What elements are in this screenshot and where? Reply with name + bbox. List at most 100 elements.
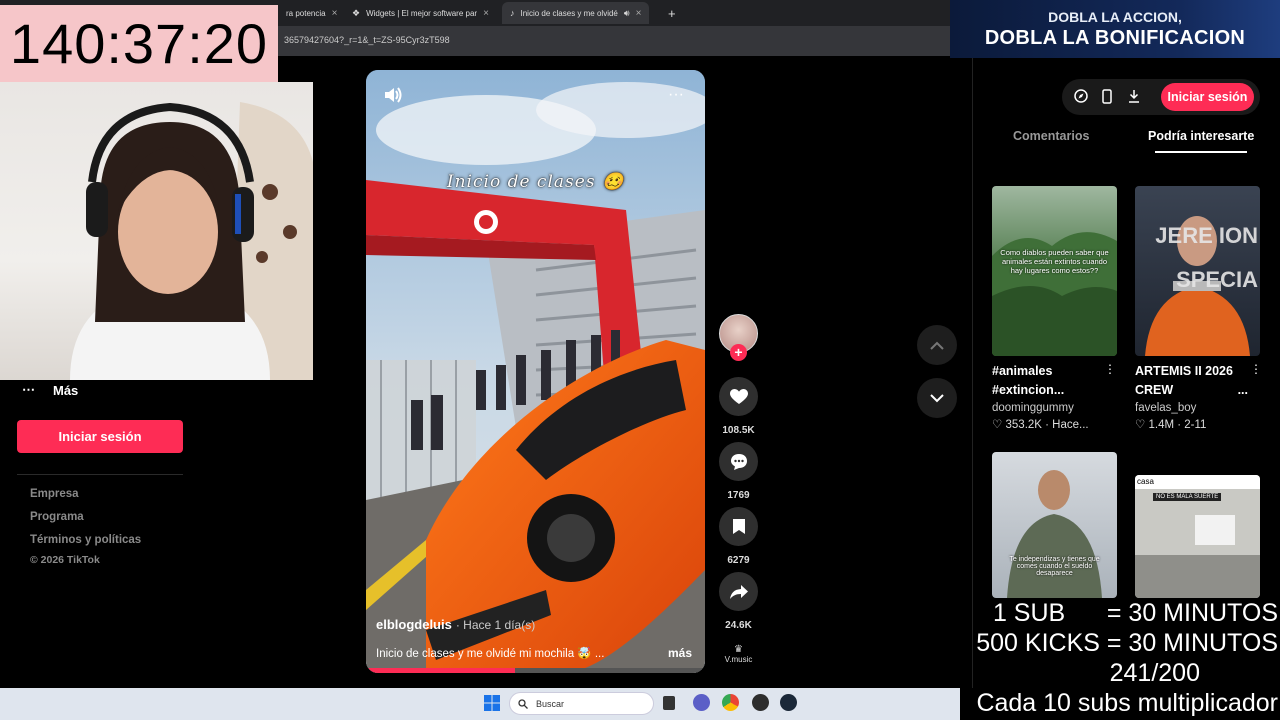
like-count: 108.5K xyxy=(722,425,755,436)
comment-button[interactable] xyxy=(719,442,758,481)
video-overlay-text: Inicio de clases 🥴 xyxy=(446,172,625,192)
bookmark-icon xyxy=(732,519,745,534)
music-label: V.music xyxy=(724,655,753,664)
video-caption: Inicio de clases y me olvidé mi mochila … xyxy=(376,648,605,660)
new-tab-button[interactable]: + xyxy=(660,2,684,24)
video-meta: elblogdeluis · Hace 1 día(s) xyxy=(376,617,535,632)
crown-icon: ♛ xyxy=(734,644,743,655)
save-button[interactable] xyxy=(719,507,758,546)
card-user: favelas_boy xyxy=(1135,402,1197,414)
copyright: © 2026 TikTok xyxy=(30,554,100,566)
comment-count: 1769 xyxy=(727,490,750,501)
next-video-button[interactable] xyxy=(917,378,957,418)
task-view-icon[interactable] xyxy=(663,696,675,710)
video-player[interactable]: Inicio de clases 🥴 ··· elblogdeluis · Ha… xyxy=(366,70,705,673)
thumbnail-label: casa xyxy=(1137,477,1154,486)
card-stats: ♡ 353.2K · Hace... xyxy=(992,419,1089,431)
thumbnail-text: NO ES MALA SUERTE xyxy=(1153,493,1222,501)
stream-stat-kicks: 500 KICKS = 30 MINUTOS xyxy=(976,629,1278,657)
card-user: doominggummy xyxy=(992,402,1074,414)
footer-link-program[interactable]: Programa xyxy=(30,511,84,523)
footer-link-terms[interactable]: Términos y políticas xyxy=(30,534,141,546)
compass-icon[interactable] xyxy=(1074,89,1088,103)
divider xyxy=(17,474,183,475)
taskbar-search[interactable]: Buscar xyxy=(509,692,654,715)
more-icon: ⋯ xyxy=(22,382,35,397)
card-title: #animales xyxy=(992,364,1053,378)
caption-more-button[interactable]: más xyxy=(668,646,692,660)
speaker-icon[interactable]: 🔊︎ xyxy=(624,8,630,19)
suggestion-thumbnail[interactable]: casa NO ES MALA SUERTE xyxy=(1135,475,1260,598)
card-title: #extincion... xyxy=(992,383,1065,397)
active-tab-indicator xyxy=(1155,151,1247,153)
card-stats: ♡ 1.4M · 2-11 xyxy=(1135,419,1207,431)
suggestion-card-info[interactable]: #animales #extincion... doominggummy ♡ 3… xyxy=(992,362,1117,431)
steam-icon[interactable] xyxy=(780,694,797,711)
mobile-icon[interactable] xyxy=(1102,89,1112,104)
suggestion-thumbnail[interactable]: JERE ION SPECIA xyxy=(1135,186,1260,356)
share-button[interactable] xyxy=(719,572,758,611)
promo-line-2: DOBLA LA BONIFICACION xyxy=(984,27,1246,49)
volume-icon[interactable] xyxy=(383,86,403,109)
tab-close-icon[interactable]: × xyxy=(636,8,642,19)
stream-stat-goal: 241/200 xyxy=(1109,659,1200,687)
share-count: 24.6K xyxy=(725,620,752,631)
thumbnail-text: Te independizas y tienes que comes cuand… xyxy=(1009,556,1100,577)
sidebar-item-label: Más xyxy=(53,382,79,398)
like-action: 108.5K xyxy=(719,377,758,436)
video-progress-fill xyxy=(366,668,516,673)
tiktok-favicon-icon: ♪ xyxy=(510,8,515,18)
share-icon xyxy=(729,584,748,599)
thumbnail-text: JERE ION SPECIA xyxy=(1155,223,1258,292)
browser-tab-active[interactable]: ♪ Inicio de clases y me olvidé 🔊︎ × xyxy=(502,2,650,24)
suggestion-thumbnail[interactable]: Te independizas y tienes que comes cuand… xyxy=(992,452,1117,598)
card-menu-icon[interactable]: ⋮ xyxy=(1250,362,1262,376)
promo-banner: DOBLA LA ACCION, DOBLA LA BONIFICACION xyxy=(950,0,1280,58)
video-time: · Hace 1 día(s) xyxy=(455,618,536,632)
video-frame xyxy=(366,70,705,673)
tab-comments[interactable]: Comentarios xyxy=(1013,129,1089,143)
comment-action: 1769 xyxy=(719,442,758,501)
discord-icon[interactable] xyxy=(693,694,710,711)
browser-tab[interactable]: ❖ Widgets | El mejor software par × xyxy=(344,2,497,24)
browser-tab[interactable]: ra potencia × xyxy=(278,2,345,24)
video-author-link[interactable]: elblogdeluis xyxy=(376,617,452,632)
sidebar-login-button[interactable]: Iniciar sesión xyxy=(17,420,183,453)
webcam-feed-image xyxy=(70,102,313,380)
windows-taskbar xyxy=(0,688,960,720)
video-progress-bar[interactable] xyxy=(366,668,705,673)
comment-icon xyxy=(730,453,747,470)
search-placeholder: Buscar xyxy=(536,698,565,709)
sidebar-item-more[interactable]: ⋯ Más xyxy=(22,380,78,400)
download-icon[interactable] xyxy=(1128,89,1140,103)
like-button[interactable] xyxy=(719,377,758,416)
chevron-up-icon xyxy=(930,341,944,350)
url-text[interactable]: 36579427604?_r=1&_t=ZS-95Cyr3zT598 xyxy=(284,35,450,45)
header-login-button[interactable]: Iniciar sesión xyxy=(1161,83,1254,111)
tab-label: Widgets | El mejor software par xyxy=(366,8,478,18)
save-count: 6279 xyxy=(727,555,750,566)
follow-button[interactable]: + xyxy=(730,344,747,361)
share-action: 24.6K xyxy=(719,572,758,631)
card-menu-icon[interactable]: ⋮ xyxy=(1104,362,1116,376)
heart-icon xyxy=(729,388,748,404)
footer-link-company[interactable]: Empresa xyxy=(30,488,79,500)
card-title-ellipsis: ... xyxy=(1237,383,1248,397)
chrome-icon[interactable] xyxy=(722,694,739,711)
previous-video-button[interactable] xyxy=(917,325,957,365)
obs-icon[interactable] xyxy=(752,694,769,711)
music-disc[interactable]: ♛ V.music xyxy=(719,644,758,664)
tab-close-icon[interactable]: × xyxy=(483,8,489,19)
video-menu-icon[interactable]: ··· xyxy=(668,86,684,104)
chevron-down-icon xyxy=(930,393,944,402)
webcam-overlay xyxy=(0,82,313,380)
promo-line-1: DOBLA LA ACCION, xyxy=(1048,9,1182,25)
widgets-favicon-icon: ❖ xyxy=(352,7,361,18)
suggestion-card-info[interactable]: ARTEMIS II 2026 CREW ... favelas_boy ♡ 1… xyxy=(1135,362,1262,431)
tab-close-icon[interactable]: × xyxy=(332,8,338,19)
windows-start-icon[interactable] xyxy=(484,695,500,711)
tab-suggestions[interactable]: Podría interesarte xyxy=(1148,129,1254,143)
tab-label: Inicio de clases y me olvidé xyxy=(520,8,618,18)
save-action: 6279 xyxy=(719,507,758,566)
suggestion-thumbnail[interactable]: Como diablos pueden saber que animales e… xyxy=(992,186,1117,356)
